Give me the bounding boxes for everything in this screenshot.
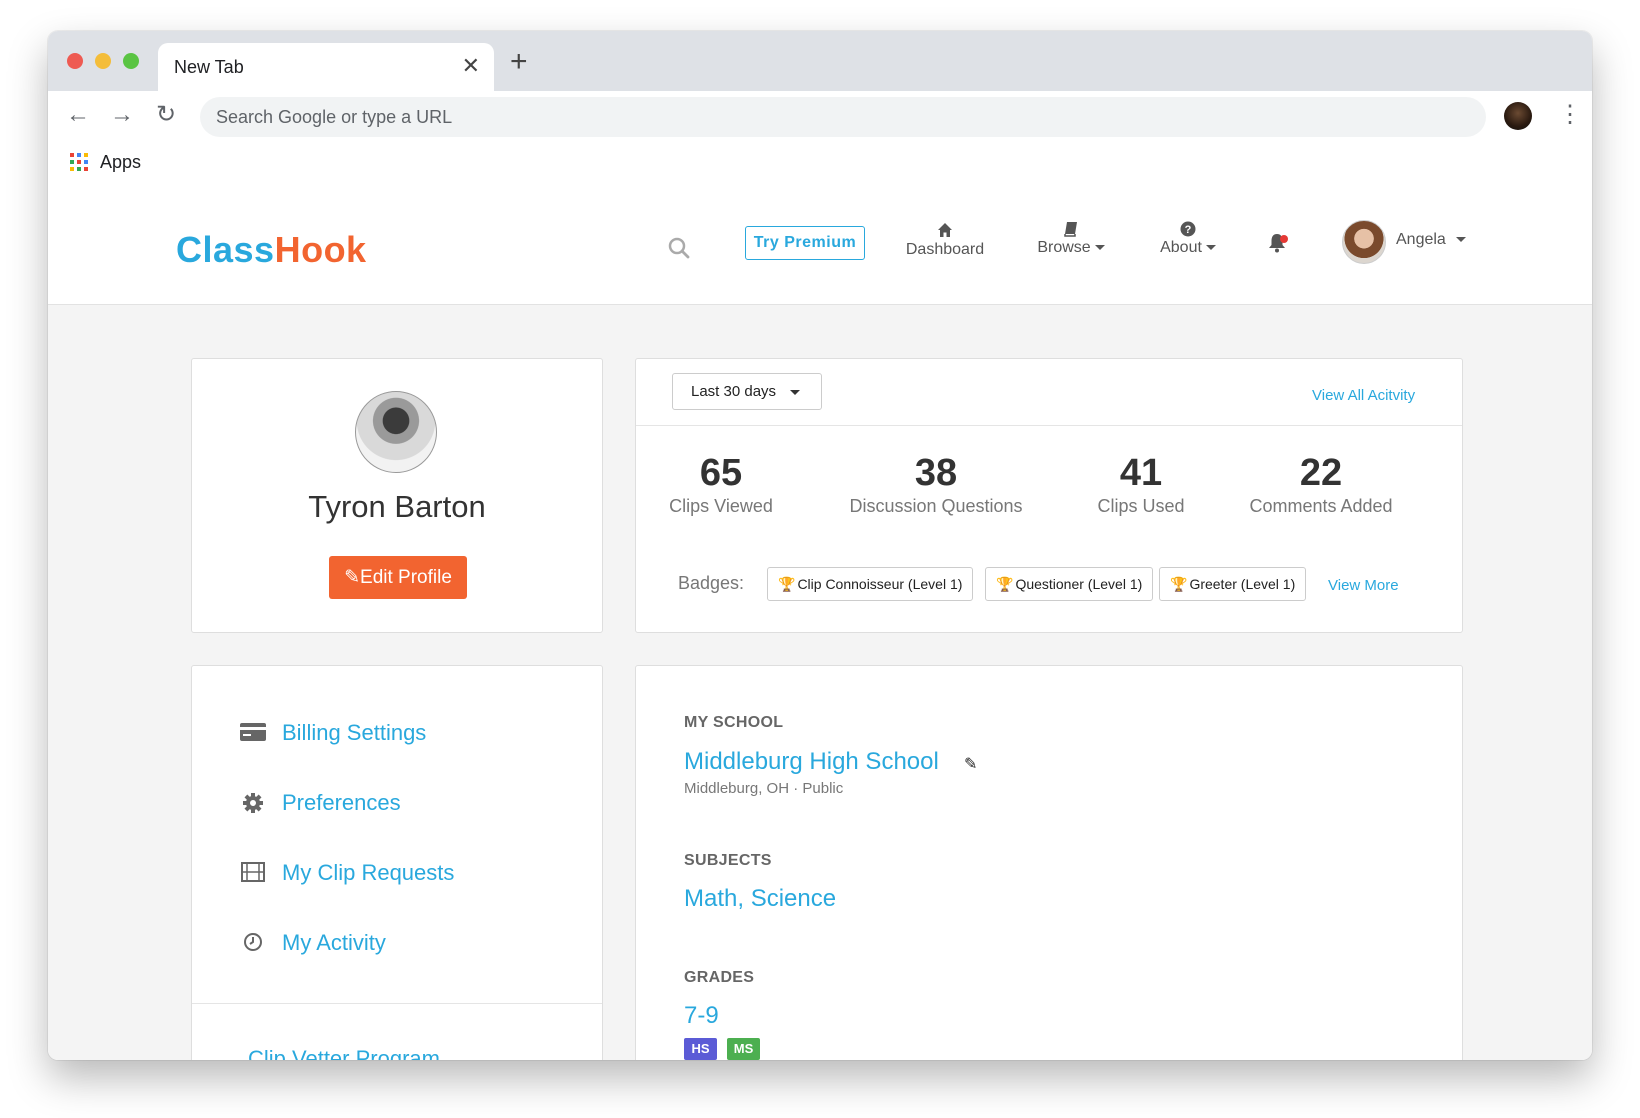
- browser-tab[interactable]: New Tab ✕: [158, 43, 494, 91]
- stat-comments-added: 22 Comments Added: [1246, 451, 1396, 517]
- search-icon[interactable]: [668, 237, 690, 259]
- maximize-window-button[interactable]: [123, 53, 139, 69]
- home-icon: [938, 223, 952, 237]
- trophy-icon: 🏆: [778, 576, 796, 592]
- stat-label: Comments Added: [1249, 496, 1393, 516]
- stat-clips-viewed: 65 Clips Viewed: [666, 451, 776, 517]
- stat-value: 41: [1119, 452, 1163, 494]
- badge-label: Questioner (Level 1): [1015, 576, 1143, 592]
- edit-profile-label: Edit Profile: [360, 567, 452, 588]
- new-tab-button[interactable]: +: [510, 47, 528, 77]
- stat-value: 65: [699, 452, 743, 494]
- edit-school-pencil-icon[interactable]: ✎: [964, 754, 977, 774]
- clock-icon: [244, 933, 262, 951]
- activity-stats-card: Last 30 days View All Acitvity 65 Clips …: [635, 358, 1463, 633]
- try-premium-button[interactable]: Try Premium: [745, 226, 865, 260]
- close-window-button[interactable]: [67, 53, 83, 69]
- site-header: ClassHook Try Premium Dashboard Browse ?: [48, 183, 1592, 305]
- nav-about-label: About: [1160, 239, 1202, 256]
- browser-toolbar: ← → ↻ Search Google or type a URL ⋮: [48, 91, 1592, 143]
- nav-dashboard[interactable]: Dashboard: [900, 221, 990, 259]
- minimize-window-button[interactable]: [95, 53, 111, 69]
- badge-label: Greeter (Level 1): [1189, 576, 1296, 592]
- chevron-down-icon: [1205, 245, 1216, 251]
- stat-clips-used: 41 Clips Used: [1086, 451, 1196, 517]
- classhook-logo[interactable]: ClassHook: [176, 229, 367, 271]
- view-more-badges-link[interactable]: View More: [1328, 577, 1399, 594]
- stat-label: Clips Used: [1097, 496, 1185, 516]
- address-bar[interactable]: Search Google or type a URL: [200, 97, 1486, 137]
- apps-grid-icon[interactable]: [70, 153, 88, 171]
- browser-profile-avatar[interactable]: [1504, 102, 1532, 130]
- badges-label: Badges:: [678, 573, 745, 593]
- back-icon[interactable]: ←: [66, 103, 90, 127]
- grade-badge-hs: HS: [684, 1038, 717, 1060]
- stat-discussion-questions: 38 Discussion Questions: [846, 451, 1026, 517]
- stat-label: Clips Viewed: [669, 496, 773, 516]
- badge-greeter[interactable]: 🏆 Greeter (Level 1): [1159, 567, 1307, 601]
- forward-icon[interactable]: →: [110, 103, 134, 127]
- nav-browse-label: Browse: [1037, 239, 1091, 256]
- browser-window: New Tab ✕ + ← → ↻ Search Google or type …: [48, 31, 1592, 1060]
- credit-card-icon: [240, 723, 266, 741]
- trophy-icon: 🏆: [996, 576, 1014, 592]
- menu-item-label: My Clip Requests: [282, 860, 455, 885]
- school-name-link[interactable]: Middleburg High School: [684, 748, 939, 776]
- tab-title: New Tab: [174, 57, 244, 77]
- badge-label: Clip Connoisseur (Level 1): [797, 576, 963, 592]
- bookmarks-bar: Apps: [48, 143, 1592, 183]
- tab-strip: New Tab ✕ +: [48, 31, 1592, 91]
- reload-icon[interactable]: ↻: [156, 103, 176, 127]
- badge-questioner[interactable]: 🏆 Questioner (Level 1): [985, 567, 1154, 601]
- apps-bookmark[interactable]: Apps: [100, 152, 141, 173]
- question-circle-icon: ?: [1180, 221, 1196, 237]
- profile-card: Tyron Barton ✎Edit Profile: [191, 358, 603, 633]
- date-range-dropdown[interactable]: Last 30 days: [672, 373, 822, 410]
- chevron-down-icon: [1455, 237, 1466, 243]
- browser-menu-icon[interactable]: ⋮: [1558, 103, 1582, 127]
- grades-label: GRADES: [684, 969, 755, 986]
- grade-badge-ms: MS: [727, 1038, 760, 1060]
- stat-value: 22: [1299, 452, 1343, 494]
- edit-profile-button[interactable]: ✎Edit Profile: [329, 556, 467, 599]
- divider: [192, 1003, 602, 1004]
- grades-value: 7-9: [684, 1002, 719, 1029]
- chevron-down-icon: [790, 389, 801, 395]
- badge-clip-connoisseur[interactable]: 🏆 Clip Connoisseur (Level 1): [767, 567, 974, 601]
- subjects-value: Math, Science: [684, 885, 837, 912]
- nav-about[interactable]: ? About: [1148, 221, 1228, 257]
- account-menu-card: Billing Settings Preferences My Clip Req…: [191, 665, 603, 1060]
- menu-item-label: Billing Settings: [282, 720, 427, 745]
- notification-indicator: [1280, 235, 1288, 243]
- school-info-card: MY SCHOOL Middleburg High School ✎ Middl…: [635, 665, 1463, 1060]
- profile-name: Tyron Barton: [308, 489, 486, 524]
- nav-dashboard-label: Dashboard: [905, 241, 985, 258]
- user-avatar[interactable]: [1342, 220, 1386, 264]
- trophy-icon: 🏆: [1170, 576, 1188, 592]
- divider: [636, 425, 1462, 426]
- profile-avatar: [355, 391, 437, 473]
- user-name: Angela: [1396, 231, 1446, 248]
- my-school-label: MY SCHOOL: [684, 714, 784, 731]
- nav-browse[interactable]: Browse: [1026, 221, 1116, 257]
- view-all-activity-link[interactable]: View All Acitvity: [1312, 387, 1415, 404]
- clip-vetter-program-link[interactable]: Clip Vetter Program: [248, 1046, 440, 1060]
- date-range-value: Last 30 days: [691, 383, 777, 400]
- school-details: Middleburg, OH · Public: [684, 780, 844, 797]
- menu-item-label: Preferences: [282, 790, 401, 815]
- subjects-label: SUBJECTS: [684, 852, 772, 869]
- film-icon: [241, 862, 265, 882]
- stat-value: 38: [914, 452, 958, 494]
- user-menu[interactable]: Angela: [1396, 231, 1466, 249]
- chevron-down-icon: [1094, 245, 1105, 251]
- stat-label: Discussion Questions: [849, 496, 1023, 516]
- tab-close-icon[interactable]: ✕: [462, 55, 480, 77]
- gear-icon: [243, 793, 263, 813]
- main-content: Tyron Barton ✎Edit Profile Last 30 days …: [48, 305, 1592, 1060]
- svg-text:?: ?: [1185, 224, 1192, 236]
- book-icon: [1064, 222, 1077, 237]
- menu-item-label: My Activity: [282, 930, 386, 955]
- address-bar-placeholder: Search Google or type a URL: [216, 107, 453, 127]
- pencil-icon: ✎: [344, 567, 361, 588]
